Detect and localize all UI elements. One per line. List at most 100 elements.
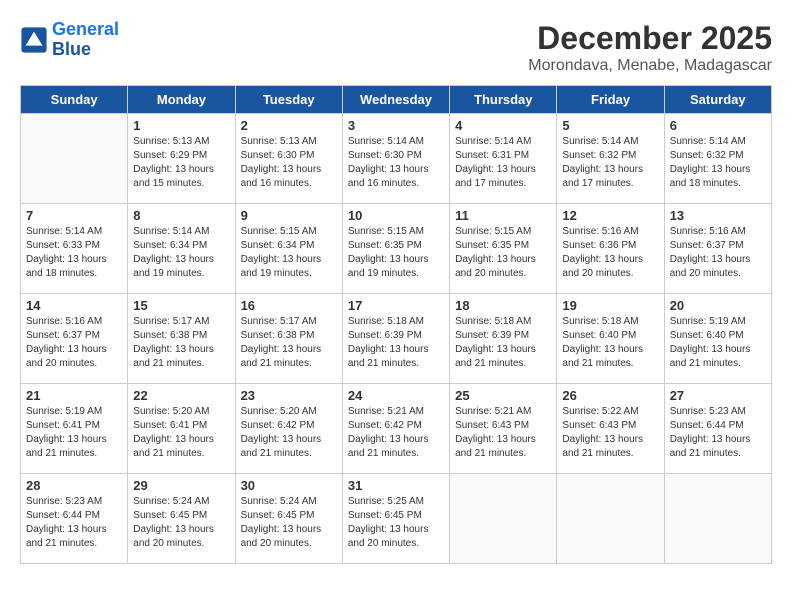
calendar-day-26: 26 Sunrise: 5:22 AM Sunset: 6:43 PM Dayli… bbox=[557, 384, 664, 474]
calendar-week-1: 1 Sunrise: 5:13 AM Sunset: 6:29 PM Daylig… bbox=[21, 114, 772, 204]
cell-info: Sunrise: 5:14 AM Sunset: 6:30 PM Dayligh… bbox=[348, 135, 444, 191]
date-number: 20 bbox=[670, 298, 766, 313]
cell-info: Sunrise: 5:21 AM Sunset: 6:42 PM Dayligh… bbox=[348, 405, 444, 461]
date-number: 3 bbox=[348, 118, 444, 133]
date-number: 7 bbox=[26, 208, 122, 223]
date-number: 19 bbox=[562, 298, 658, 313]
calendar-day-7: 7 Sunrise: 5:14 AM Sunset: 6:33 PM Daylig… bbox=[21, 204, 128, 294]
cell-info: Sunrise: 5:14 AM Sunset: 6:32 PM Dayligh… bbox=[670, 135, 766, 191]
calendar-day-16: 16Sunrise: 5:17 AM Sunset: 6:38 PM Dayli… bbox=[235, 294, 342, 384]
cell-info: Sunrise: 5:19 AM Sunset: 6:40 PM Dayligh… bbox=[670, 315, 766, 371]
day-header-monday: Monday bbox=[128, 86, 235, 114]
calendar-day-29: 29 Sunrise: 5:24 AM Sunset: 6:45 PM Dayli… bbox=[128, 474, 235, 564]
page-header: General Blue December 2025 Morondava, Me… bbox=[20, 20, 772, 75]
calendar-day-14: 14Sunrise: 5:16 AM Sunset: 6:37 PM Dayli… bbox=[21, 294, 128, 384]
date-number: 9 bbox=[241, 208, 337, 223]
calendar-day-27: 27 Sunrise: 5:23 AM Sunset: 6:44 PM Dayli… bbox=[664, 384, 771, 474]
calendar-day-4: 4 Sunrise: 5:14 AM Sunset: 6:31 PM Daylig… bbox=[450, 114, 557, 204]
date-number: 18 bbox=[455, 298, 551, 313]
date-number: 6 bbox=[670, 118, 766, 133]
date-number: 4 bbox=[455, 118, 551, 133]
calendar-day-9: 9 Sunrise: 5:15 AM Sunset: 6:34 PM Daylig… bbox=[235, 204, 342, 294]
date-number: 30 bbox=[241, 478, 337, 493]
day-header-friday: Friday bbox=[557, 86, 664, 114]
cell-info: Sunrise: 5:20 AM Sunset: 6:42 PM Dayligh… bbox=[241, 405, 337, 461]
cell-info: Sunrise: 5:16 AM Sunset: 6:37 PM Dayligh… bbox=[670, 225, 766, 281]
cell-info: Sunrise: 5:14 AM Sunset: 6:32 PM Dayligh… bbox=[562, 135, 658, 191]
calendar-empty-cell bbox=[557, 474, 664, 564]
logo: General Blue bbox=[20, 20, 119, 60]
calendar-day-12: 12Sunrise: 5:16 AM Sunset: 6:36 PM Dayli… bbox=[557, 204, 664, 294]
cell-info: Sunrise: 5:14 AM Sunset: 6:31 PM Dayligh… bbox=[455, 135, 551, 191]
cell-info: Sunrise: 5:20 AM Sunset: 6:41 PM Dayligh… bbox=[133, 405, 229, 461]
cell-info: Sunrise: 5:22 AM Sunset: 6:43 PM Dayligh… bbox=[562, 405, 658, 461]
calendar-day-15: 15 Sunrise: 5:17 AM Sunset: 6:38 PM Dayli… bbox=[128, 294, 235, 384]
cell-info: Sunrise: 5:13 AM Sunset: 6:30 PM Dayligh… bbox=[241, 135, 337, 191]
day-header-tuesday: Tuesday bbox=[235, 86, 342, 114]
cell-info: Sunrise: 5:16 AM Sunset: 6:37 PM Dayligh… bbox=[26, 315, 122, 371]
cell-info: Sunrise: 5:23 AM Sunset: 6:44 PM Dayligh… bbox=[670, 405, 766, 461]
logo-text: General Blue bbox=[52, 20, 119, 60]
date-number: 23 bbox=[241, 388, 337, 403]
cell-info: Sunrise: 5:14 AM Sunset: 6:34 PM Dayligh… bbox=[133, 225, 229, 281]
cell-info: Sunrise: 5:15 AM Sunset: 6:34 PM Dayligh… bbox=[241, 225, 337, 281]
calendar-day-28: 28Sunrise: 5:23 AM Sunset: 6:44 PM Dayli… bbox=[21, 474, 128, 564]
calendar-subtitle: Morondava, Menabe, Madagascar bbox=[528, 57, 772, 75]
day-header-sunday: Sunday bbox=[21, 86, 128, 114]
calendar-day-30: 30 Sunrise: 5:24 AM Sunset: 6:45 PM Dayli… bbox=[235, 474, 342, 564]
logo-icon bbox=[20, 26, 48, 54]
calendar-day-17: 17Sunrise: 5:18 AM Sunset: 6:39 PM Dayli… bbox=[342, 294, 449, 384]
date-number: 31 bbox=[348, 478, 444, 493]
title-section: December 2025 Morondava, Menabe, Madagas… bbox=[528, 20, 772, 75]
calendar-day-23: 23 Sunrise: 5:20 AM Sunset: 6:42 PM Dayli… bbox=[235, 384, 342, 474]
date-number: 17 bbox=[348, 298, 444, 313]
date-number: 22 bbox=[133, 388, 229, 403]
cell-info: Sunrise: 5:15 AM Sunset: 6:35 PM Dayligh… bbox=[455, 225, 551, 281]
cell-info: Sunrise: 5:24 AM Sunset: 6:45 PM Dayligh… bbox=[241, 495, 337, 551]
calendar-day-20: 20 Sunrise: 5:19 AM Sunset: 6:40 PM Dayli… bbox=[664, 294, 771, 384]
calendar-day-5: 5Sunrise: 5:14 AM Sunset: 6:32 PM Daylig… bbox=[557, 114, 664, 204]
cell-info: Sunrise: 5:14 AM Sunset: 6:33 PM Dayligh… bbox=[26, 225, 122, 281]
date-number: 10 bbox=[348, 208, 444, 223]
cell-info: Sunrise: 5:24 AM Sunset: 6:45 PM Dayligh… bbox=[133, 495, 229, 551]
calendar-empty-cell bbox=[450, 474, 557, 564]
date-number: 8 bbox=[133, 208, 229, 223]
cell-info: Sunrise: 5:18 AM Sunset: 6:40 PM Dayligh… bbox=[562, 315, 658, 371]
day-header-wednesday: Wednesday bbox=[342, 86, 449, 114]
calendar-day-6: 6 Sunrise: 5:14 AM Sunset: 6:32 PM Daylig… bbox=[664, 114, 771, 204]
calendar-day-10: 10Sunrise: 5:15 AM Sunset: 6:35 PM Dayli… bbox=[342, 204, 449, 294]
calendar-day-3: 3 Sunrise: 5:14 AM Sunset: 6:30 PM Daylig… bbox=[342, 114, 449, 204]
calendar-day-19: 19 Sunrise: 5:18 AM Sunset: 6:40 PM Dayli… bbox=[557, 294, 664, 384]
calendar-empty-cell bbox=[664, 474, 771, 564]
calendar-day-8: 8 Sunrise: 5:14 AM Sunset: 6:34 PM Daylig… bbox=[128, 204, 235, 294]
date-number: 21 bbox=[26, 388, 122, 403]
date-number: 2 bbox=[241, 118, 337, 133]
date-number: 28 bbox=[26, 478, 122, 493]
day-header-row: SundayMondayTuesdayWednesdayThursdayFrid… bbox=[21, 86, 772, 114]
calendar-empty-cell bbox=[21, 114, 128, 204]
calendar-day-11: 11Sunrise: 5:15 AM Sunset: 6:35 PM Dayli… bbox=[450, 204, 557, 294]
date-number: 15 bbox=[133, 298, 229, 313]
date-number: 24 bbox=[348, 388, 444, 403]
calendar-day-22: 22 Sunrise: 5:20 AM Sunset: 6:41 PM Dayli… bbox=[128, 384, 235, 474]
date-number: 29 bbox=[133, 478, 229, 493]
date-number: 27 bbox=[670, 388, 766, 403]
calendar-week-3: 14Sunrise: 5:16 AM Sunset: 6:37 PM Dayli… bbox=[21, 294, 772, 384]
calendar-title: December 2025 bbox=[528, 20, 772, 57]
cell-info: Sunrise: 5:17 AM Sunset: 6:38 PM Dayligh… bbox=[133, 315, 229, 371]
cell-info: Sunrise: 5:13 AM Sunset: 6:29 PM Dayligh… bbox=[133, 135, 229, 191]
calendar-day-18: 18Sunrise: 5:18 AM Sunset: 6:39 PM Dayli… bbox=[450, 294, 557, 384]
date-number: 12 bbox=[562, 208, 658, 223]
calendar-day-24: 24 Sunrise: 5:21 AM Sunset: 6:42 PM Dayli… bbox=[342, 384, 449, 474]
calendar-week-4: 21 Sunrise: 5:19 AM Sunset: 6:41 PM Dayli… bbox=[21, 384, 772, 474]
date-number: 1 bbox=[133, 118, 229, 133]
date-number: 26 bbox=[562, 388, 658, 403]
cell-info: Sunrise: 5:19 AM Sunset: 6:41 PM Dayligh… bbox=[26, 405, 122, 461]
cell-info: Sunrise: 5:25 AM Sunset: 6:45 PM Dayligh… bbox=[348, 495, 444, 551]
calendar-day-21: 21 Sunrise: 5:19 AM Sunset: 6:41 PM Dayli… bbox=[21, 384, 128, 474]
day-header-thursday: Thursday bbox=[450, 86, 557, 114]
calendar-day-31: 31 Sunrise: 5:25 AM Sunset: 6:45 PM Dayli… bbox=[342, 474, 449, 564]
calendar-table: SundayMondayTuesdayWednesdayThursdayFrid… bbox=[20, 85, 772, 564]
day-header-saturday: Saturday bbox=[664, 86, 771, 114]
calendar-day-2: 2 Sunrise: 5:13 AM Sunset: 6:30 PM Daylig… bbox=[235, 114, 342, 204]
